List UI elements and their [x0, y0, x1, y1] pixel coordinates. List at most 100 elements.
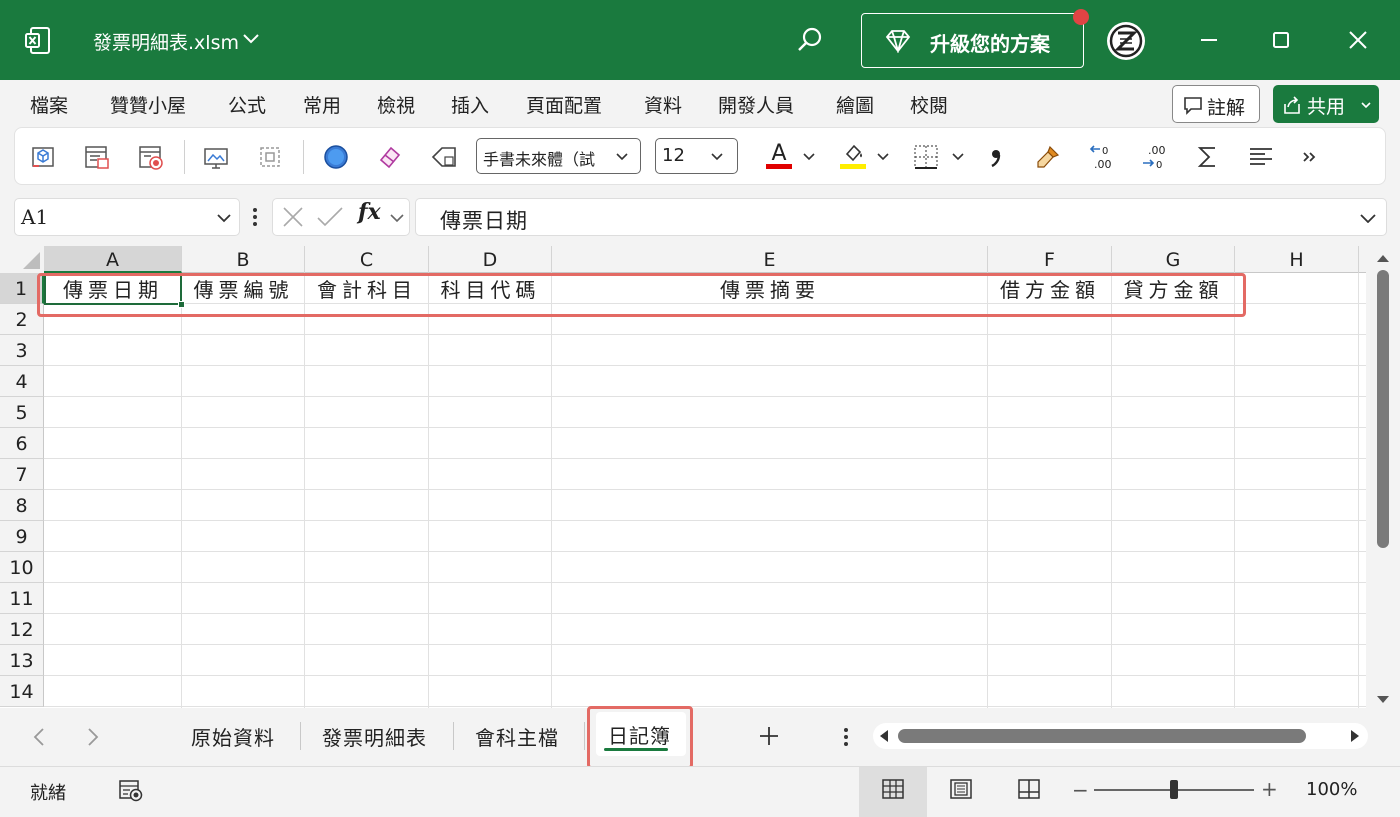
- close-icon[interactable]: [1344, 26, 1372, 54]
- column-header-f[interactable]: F: [988, 246, 1112, 273]
- 3d-model-icon[interactable]: [29, 143, 57, 171]
- more-options-icon[interactable]: [1299, 143, 1327, 171]
- confirm-entry-icon[interactable]: [316, 206, 344, 228]
- worksheet-grid[interactable]: A B C D E F G H 1 2 3 4 5 6 7 8 9 10 11 …: [0, 246, 1366, 708]
- sheet-tab-invoice-details[interactable]: 發票明細表: [322, 722, 427, 751]
- maximize-icon[interactable]: [1267, 26, 1295, 54]
- sheet-tab-account-master[interactable]: 會科主檔: [475, 722, 559, 751]
- column-header-b[interactable]: B: [182, 246, 305, 273]
- row-header[interactable]: 4: [0, 366, 44, 397]
- decrease-decimal-icon[interactable]: .00 0: [1140, 143, 1168, 171]
- row-header[interactable]: 10: [0, 552, 44, 583]
- zoom-out-button[interactable]: −: [1072, 778, 1089, 802]
- format-painter-icon[interactable]: [1034, 143, 1062, 171]
- scroll-up-icon[interactable]: [1375, 252, 1391, 264]
- font-size-select[interactable]: 12: [655, 138, 738, 174]
- tag-icon[interactable]: [430, 143, 458, 171]
- share-button[interactable]: 共用: [1273, 85, 1379, 123]
- row-header[interactable]: 14: [0, 676, 44, 707]
- row-header[interactable]: 3: [0, 335, 44, 366]
- row-header[interactable]: 7: [0, 459, 44, 490]
- scroll-down-icon[interactable]: [1375, 694, 1391, 706]
- column-header-d[interactable]: D: [429, 246, 552, 273]
- column-header-h[interactable]: H: [1235, 246, 1359, 273]
- menu-item-developer[interactable]: 開發人員: [718, 91, 794, 118]
- scroll-right-icon[interactable]: [1349, 729, 1361, 743]
- user-avatar-icon[interactable]: [1105, 20, 1147, 62]
- menu-item-draw[interactable]: 繪圖: [836, 91, 874, 118]
- menu-item-insert[interactable]: 插入: [451, 91, 489, 118]
- name-box[interactable]: A1: [14, 198, 240, 236]
- screenshot-icon[interactable]: [202, 143, 230, 171]
- normal-view-icon: [882, 779, 904, 799]
- comments-button[interactable]: 註解: [1172, 85, 1260, 123]
- chevron-left-icon[interactable]: [32, 727, 46, 747]
- eraser-icon[interactable]: [376, 143, 404, 171]
- row-header[interactable]: 9: [0, 521, 44, 552]
- minimize-icon[interactable]: [1195, 26, 1223, 54]
- column-header-g[interactable]: G: [1112, 246, 1235, 273]
- menu-item-home[interactable]: 常用: [303, 91, 341, 118]
- zoom-level[interactable]: 100%: [1306, 779, 1357, 800]
- file-name[interactable]: 發票明細表.xlsm: [93, 28, 239, 55]
- font-color-icon[interactable]: A: [764, 140, 794, 170]
- row-header[interactable]: 13: [0, 645, 44, 676]
- chevron-down-icon[interactable]: [877, 152, 889, 162]
- menu-item-file[interactable]: 檔案: [30, 91, 68, 118]
- column-header-c[interactable]: C: [305, 246, 429, 273]
- increase-decimal-icon[interactable]: 0 .00: [1088, 143, 1116, 171]
- chevron-down-icon[interactable]: [217, 213, 231, 223]
- chevron-down-icon[interactable]: [390, 213, 404, 223]
- row-header[interactable]: 5: [0, 397, 44, 428]
- page-break-preview-icon[interactable]: [1017, 778, 1041, 800]
- status-ready: 就緒: [30, 783, 66, 804]
- add-sheet-icon[interactable]: [757, 724, 781, 748]
- menu-item-page-layout[interactable]: 頁面配置: [526, 91, 602, 118]
- highlight-fill-icon[interactable]: [838, 140, 868, 170]
- more-sheets-icon[interactable]: [842, 726, 850, 748]
- insert-function-button[interactable]: fx: [358, 199, 381, 225]
- search-icon[interactable]: [796, 26, 824, 54]
- menu-item-review[interactable]: 校閱: [910, 91, 948, 118]
- menu-item-data[interactable]: 資料: [644, 91, 682, 118]
- row-header[interactable]: 11: [0, 583, 44, 614]
- chevron-down-icon[interactable]: [242, 32, 260, 46]
- chevron-right-icon[interactable]: [86, 727, 100, 747]
- borders-icon[interactable]: [912, 143, 940, 171]
- upgrade-plan-button[interactable]: 升級您的方案: [861, 13, 1084, 68]
- page-layout-view-icon[interactable]: [949, 778, 973, 800]
- zoom-in-button[interactable]: +: [1261, 777, 1278, 801]
- autosum-icon[interactable]: [1194, 143, 1222, 171]
- sheet-tab-raw-data[interactable]: 原始資料: [191, 722, 275, 751]
- vertical-scroll-thumb[interactable]: [1377, 270, 1389, 548]
- chevron-down-icon[interactable]: [952, 152, 964, 162]
- column-header-a[interactable]: A: [44, 246, 182, 273]
- row-header[interactable]: 8: [0, 490, 44, 521]
- scroll-left-icon[interactable]: [878, 729, 890, 743]
- shape-circle-icon[interactable]: [322, 143, 350, 171]
- more-dots-icon[interactable]: [251, 206, 259, 228]
- column-header-e[interactable]: E: [552, 246, 988, 273]
- macro-recording-icon[interactable]: [118, 778, 144, 802]
- align-left-icon[interactable]: [1247, 143, 1275, 171]
- chevron-down-icon[interactable]: [803, 152, 815, 162]
- horizontal-scroll-thumb[interactable]: [898, 729, 1306, 743]
- select-all-corner[interactable]: [0, 246, 44, 273]
- menu-item-zanzan[interactable]: 贊贊小屋: [110, 91, 186, 118]
- form-icon[interactable]: [83, 143, 111, 171]
- font-name-select[interactable]: 手書未來體（試: [476, 138, 641, 174]
- cell-h1[interactable]: [1235, 275, 1359, 304]
- formula-input[interactable]: 傳票日期: [415, 198, 1387, 236]
- row-header[interactable]: 6: [0, 428, 44, 459]
- comma-style-icon[interactable]: [982, 143, 1010, 171]
- row-header[interactable]: 12: [0, 614, 44, 645]
- expand-formula-icon[interactable]: [1360, 213, 1376, 223]
- gridline: [44, 644, 1366, 645]
- select-objects-icon[interactable]: [256, 143, 284, 171]
- svg-text:.00: .00: [1148, 144, 1166, 157]
- menu-item-view[interactable]: 檢視: [377, 91, 415, 118]
- cancel-entry-icon[interactable]: [282, 206, 304, 228]
- record-macro-icon[interactable]: [137, 143, 165, 171]
- zoom-slider-thumb[interactable]: [1170, 780, 1178, 799]
- menu-item-formulas[interactable]: 公式: [228, 91, 266, 118]
